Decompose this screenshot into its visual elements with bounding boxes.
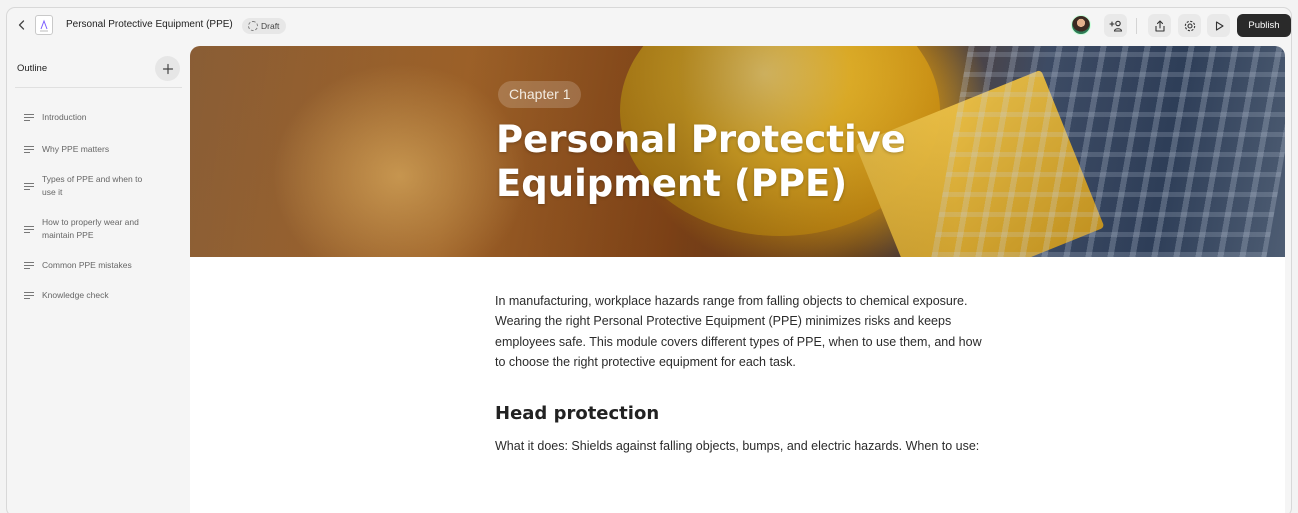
outline-item-why-ppe-matters[interactable]: Why PPE matters [23,143,173,156]
settings-button[interactable] [1178,14,1201,37]
text-lines-icon [24,182,34,190]
lesson-canvas: Chapter 1 Personal Protective Equipment … [190,46,1285,513]
chapter-label[interactable]: Chapter 1 [498,81,582,108]
avatar[interactable] [1071,15,1091,35]
outline-item-wear-and-maintain[interactable]: How to properly wear and maintain PPE [23,216,173,242]
play-icon [1215,20,1224,31]
publish-button[interactable]: Publish [1237,14,1291,37]
hero-title[interactable]: Personal Protective Equipment (PPE) [496,118,1016,206]
outline-item-types-of-ppe[interactable]: Types of PPE and when to use it [23,173,173,199]
share-icon [1154,19,1165,32]
add-user-icon [1108,20,1122,32]
sidebar-divider [15,87,182,88]
outline-item-label: Common PPE mistakes [42,260,132,270]
intro-paragraph[interactable]: In manufacturing, workplace hazards rang… [495,291,985,372]
document-icon [35,15,53,35]
status-text: Draft [261,21,280,31]
text-lines-icon [24,225,34,233]
dashed-circle-icon [248,21,258,31]
hero-banner: Chapter 1 Personal Protective Equipment … [190,46,1285,257]
text-lines-icon [24,262,34,269]
outline-title: Outline [17,63,48,74]
outline-sidebar: Outline Introduction Why PPE matters Typ… [7,44,190,513]
status-badge[interactable]: Draft [242,18,287,34]
app-window: Personal Protective Equipment (PPE) Draf… [6,7,1292,513]
invite-button[interactable] [1104,14,1127,37]
add-section-button[interactable] [155,56,180,81]
chevron-left-icon[interactable] [15,18,29,32]
outline-item-label: Why PPE matters [42,144,110,154]
outline-item-common-mistakes[interactable]: Common PPE mistakes [23,259,173,272]
share-button[interactable] [1148,14,1171,37]
preview-button[interactable] [1207,14,1230,37]
outline-item-label: Introduction [42,112,87,122]
text-lines-icon [24,292,34,299]
outline-item-label: Knowledge check [42,290,109,300]
text-lines-icon [24,114,34,121]
toolbar-divider [1136,18,1137,34]
document-title: Personal Protective Equipment (PPE) [66,19,233,30]
top-bar: Personal Protective Equipment (PPE) Draf… [7,8,1291,44]
outline-item-knowledge-check[interactable]: Knowledge check [23,289,173,302]
lesson-body: In manufacturing, workplace hazards rang… [495,291,985,456]
text-lines-icon [24,146,34,153]
gear-icon [1184,20,1195,31]
outline-item-label: Types of PPE and when to use it [42,174,143,197]
plus-icon [162,63,173,74]
outline-item-introduction[interactable]: Introduction [23,111,173,124]
outline-item-label: How to properly wear and maintain PPE [42,217,139,240]
section-paragraph[interactable]: What it does: Shields against falling ob… [495,436,985,456]
section-heading[interactable]: Head protection [495,403,985,424]
